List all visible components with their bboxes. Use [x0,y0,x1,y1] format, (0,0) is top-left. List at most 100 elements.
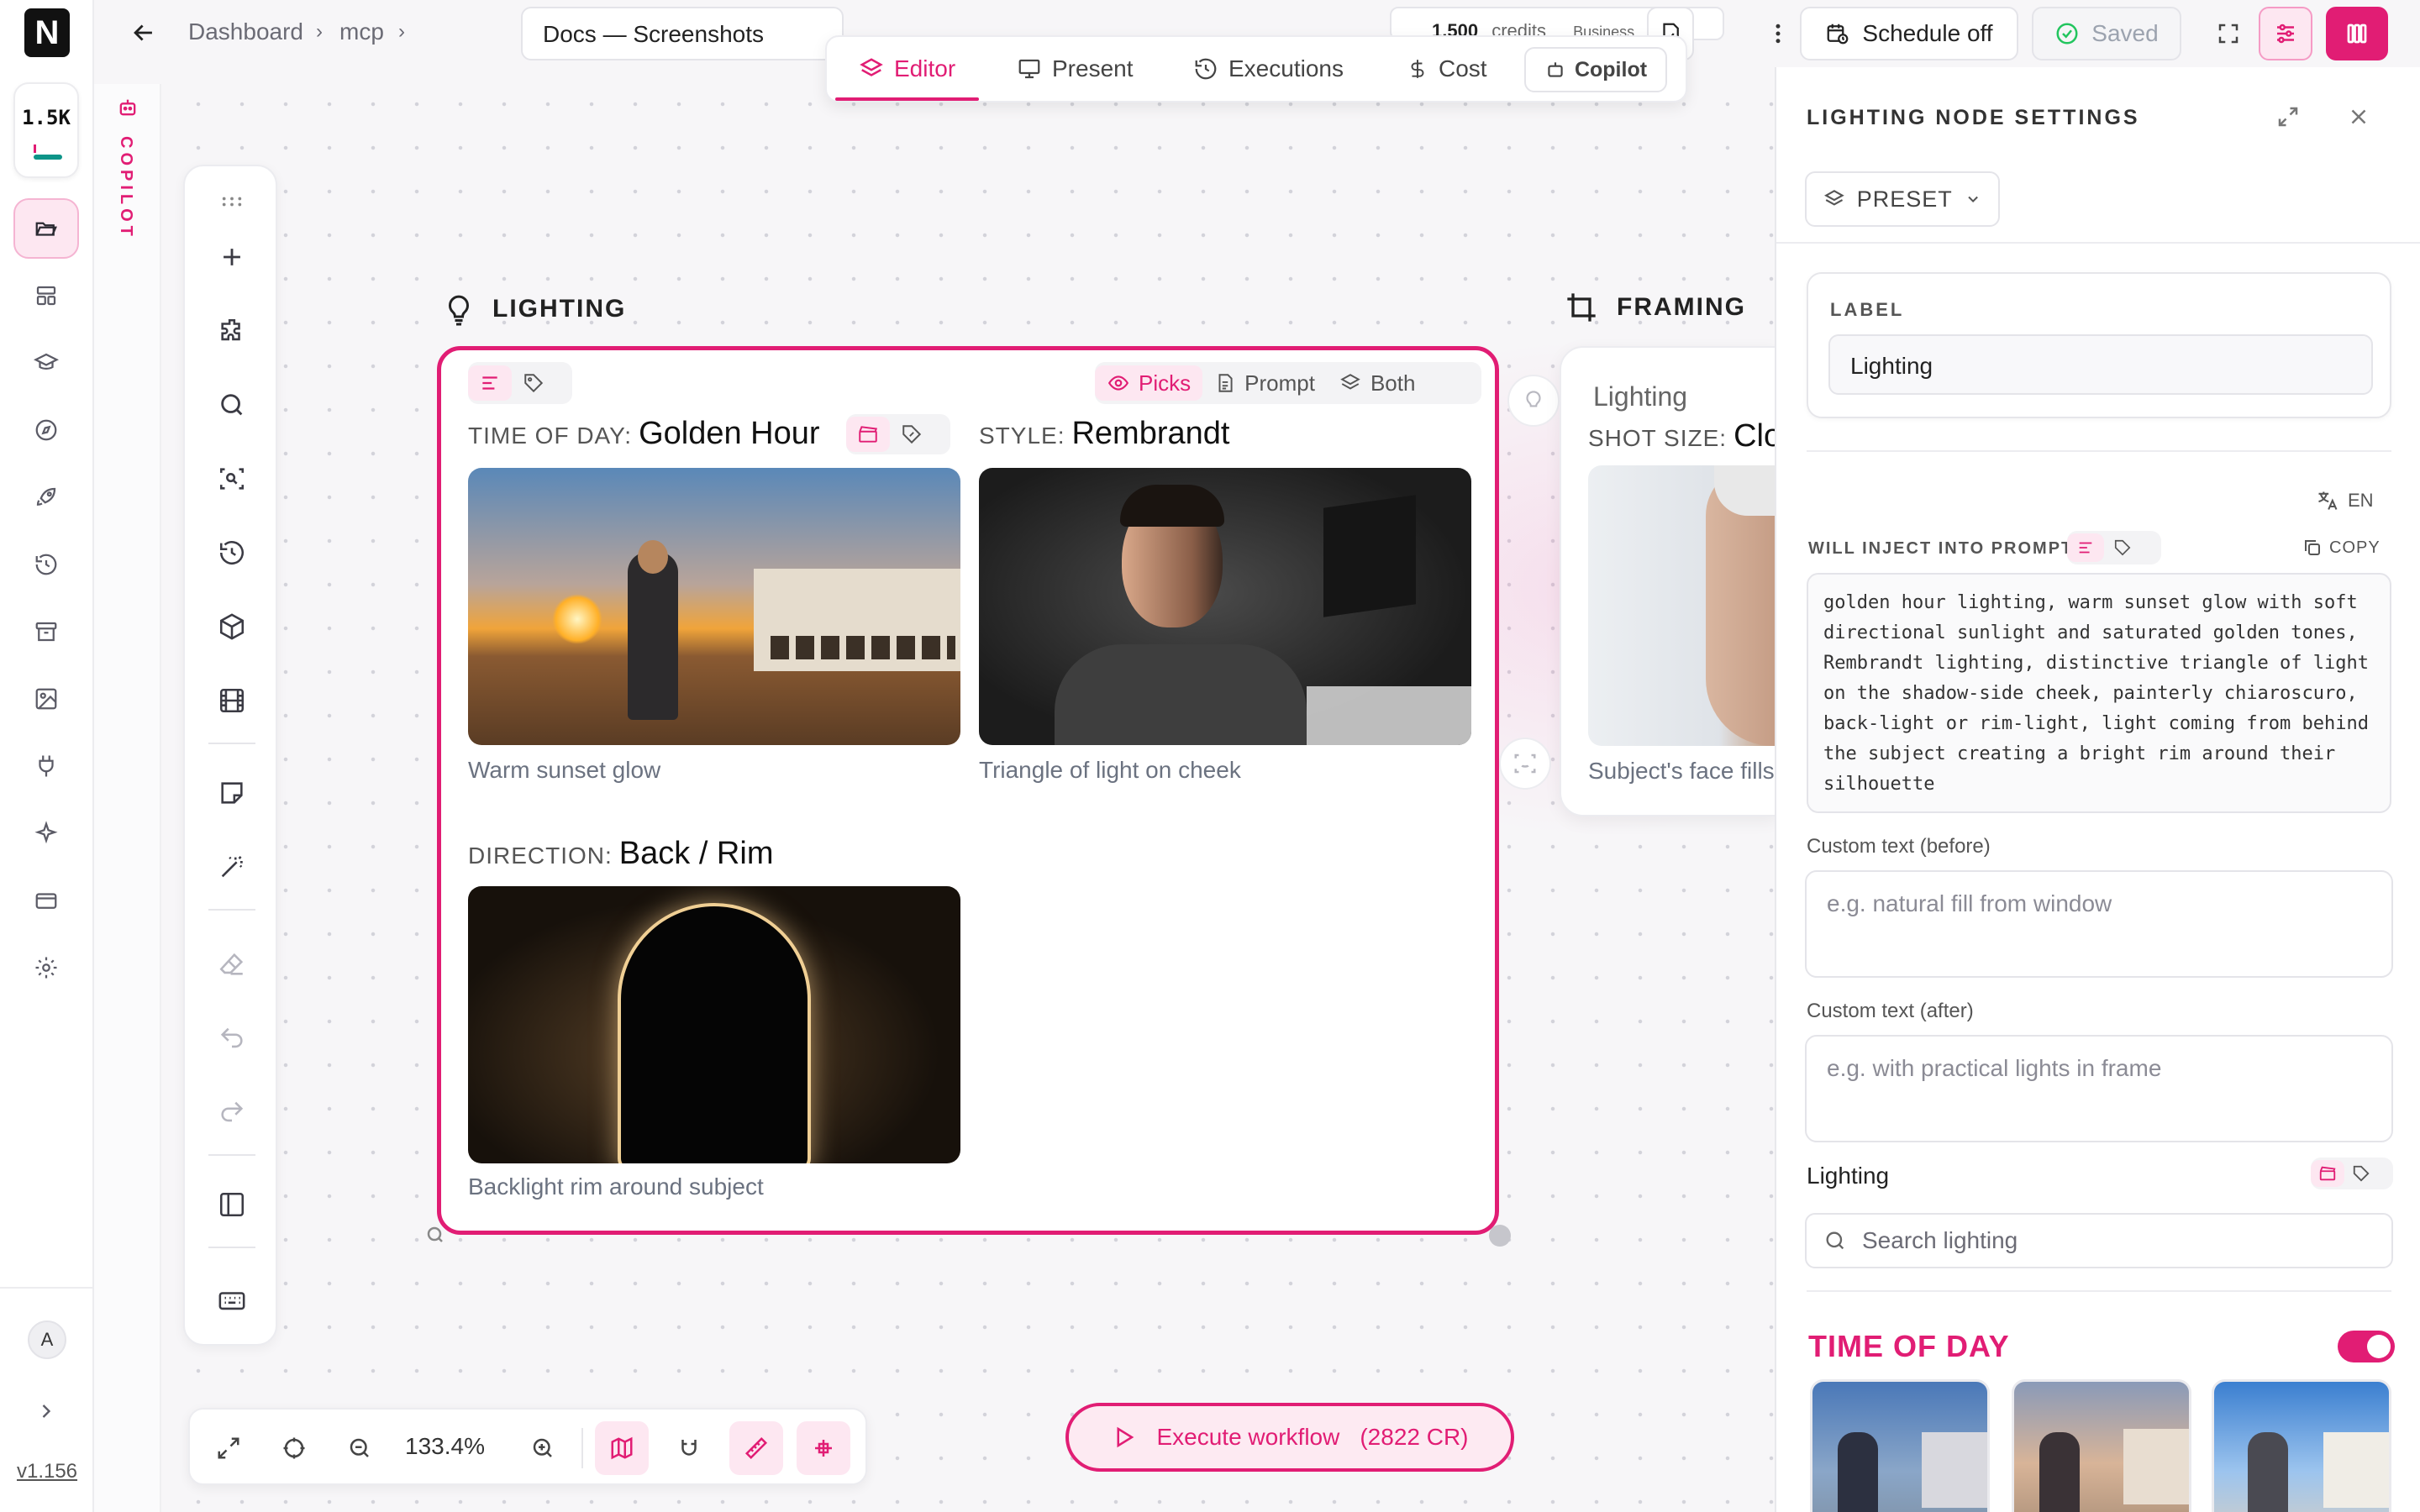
breadcrumb-dashboard[interactable]: Dashboard [188,18,303,45]
tab-present[interactable]: Present [1017,37,1134,101]
film-icon[interactable] [205,674,259,727]
node-search-handle-icon[interactable] [425,1225,445,1245]
mode-picks[interactable]: Picks [1095,365,1203,401]
copilot-button[interactable]: Copilot [1524,47,1667,92]
time-of-day-option-blue-hour[interactable] [1810,1379,1990,1512]
zoom-level[interactable]: 133.4% [405,1433,485,1460]
sparkles-icon[interactable] [13,803,79,864]
back-rim-image[interactable] [468,886,960,1163]
graduation-cap-icon[interactable] [13,333,79,393]
cube-icon[interactable] [205,600,259,654]
preset-dropdown[interactable]: PRESET [1805,171,2000,227]
avatar[interactable]: A [28,1320,66,1359]
saved-status-button[interactable]: Saved [2032,7,2181,60]
expand-icon[interactable] [2275,104,2301,129]
close-icon[interactable] [2346,104,2371,129]
sidebar-panel-icon[interactable] [205,1178,259,1231]
rembrandt-image[interactable] [979,468,1471,745]
history-icon[interactable] [13,534,79,595]
search-icon [1826,1231,1844,1250]
redo-icon[interactable] [205,1085,259,1139]
mode-both[interactable]: Both [1327,365,1428,401]
search-lighting-input[interactable]: Search lighting [1862,1227,2018,1254]
map-icon[interactable] [595,1421,649,1475]
magnet-icon[interactable] [662,1421,716,1475]
image-gallery-icon[interactable] [13,669,79,729]
breadcrumb-mcp[interactable]: mcp [339,18,384,45]
tab-editor[interactable]: Editor [835,37,980,101]
time-of-day-option-golden-hour[interactable] [2012,1379,2191,1512]
lighting-node[interactable]: Picks Prompt Both TIME OF DAY: Golden Hou… [437,346,1499,1235]
puzzle-icon[interactable] [205,304,259,358]
history-icon[interactable] [205,526,259,580]
language-toggle[interactable]: EN [2316,489,2374,512]
schedule-button[interactable]: Schedule off [1800,7,2018,60]
eraser-icon[interactable] [205,937,259,991]
plug-icon[interactable] [13,736,79,796]
tag-edit-icon[interactable] [890,417,934,452]
golden-hour-image[interactable] [468,468,960,745]
rail-divider [0,1287,94,1289]
folder-open-icon[interactable] [13,198,79,259]
document-title-input[interactable]: Docs — Screenshots [521,7,844,60]
add-icon[interactable] [205,230,259,284]
drag-handle-icon[interactable] [205,175,259,228]
zoom-out-icon[interactable] [333,1421,387,1475]
magic-wand-icon[interactable] [205,840,259,894]
align-left-icon[interactable] [468,365,512,401]
keyboard-icon[interactable] [205,1273,259,1327]
undo-icon[interactable] [205,1011,259,1065]
search-icon[interactable] [205,378,259,432]
chevron-right-icon[interactable] [13,1381,79,1441]
app-version[interactable]: v1.156 [0,1460,94,1483]
custom-after-input[interactable]: e.g. with practical lights in frame [1805,1035,2393,1142]
fit-view-icon[interactable] [202,1421,255,1475]
panel-divider [1807,450,2391,452]
tag-icon[interactable] [2104,533,2141,562]
columns-layout-icon[interactable] [2326,7,2388,60]
framing-node[interactable]: Lighting SHOT SIZE:Close-up Subject's fa… [1560,346,1778,816]
ruler-icon[interactable] [729,1421,783,1475]
crosshair-icon[interactable] [267,1421,321,1475]
search-lighting-field[interactable]: Search lighting [1805,1213,2393,1268]
label-input[interactable]: Lighting [1828,334,2373,395]
align-guides-icon[interactable] [797,1421,850,1475]
scan-search-icon[interactable] [205,452,259,506]
close-up-image[interactable] [1588,465,1776,746]
tab-cost[interactable]: Cost [1407,37,1487,101]
node-resize-handle[interactable] [1489,1225,1511,1247]
clapperboard-icon[interactable] [2311,1160,2344,1187]
prompt-preview[interactable]: golden hour lighting, warm sunset glow w… [1807,573,2391,813]
copy-prompt-button[interactable]: COPY [2302,538,2381,558]
sticky-note-icon[interactable] [205,766,259,820]
tag-icon[interactable] [512,365,555,401]
clapperboard-icon[interactable] [846,417,890,452]
rocket-icon[interactable] [13,467,79,528]
tab-executions[interactable]: Executions [1193,37,1344,101]
credits-badge[interactable]: 1.5K [13,82,79,178]
mode-prompt[interactable]: Prompt [1202,365,1327,401]
custom-before-input[interactable]: e.g. natural fill from window [1805,870,2393,978]
align-left-icon[interactable] [2067,533,2104,562]
copilot-strip[interactable]: COPILOT [94,84,161,1512]
compass-icon[interactable] [13,400,79,460]
more-vertical-icon[interactable] [1751,7,1805,60]
settings-gear-icon[interactable] [13,937,79,998]
zoom-in-icon[interactable] [516,1421,570,1475]
sliders-icon[interactable] [2259,7,2312,60]
lightbulb-connector-icon[interactable] [1507,375,1560,427]
archive-icon[interactable] [13,601,79,662]
time-of-day-toggle[interactable] [2338,1331,2395,1362]
inject-caption: WILL INJECT INTO PROMPT [1808,539,2074,558]
face-scan-icon[interactable] [1499,738,1551,790]
language-code: EN [2348,490,2374,511]
fullscreen-icon[interactable] [2207,7,2250,60]
panel-title: LIGHTING NODE SETTINGS [1807,106,2140,129]
templates-icon[interactable] [13,265,79,326]
credit-card-icon[interactable] [13,870,79,931]
tag-edit-icon[interactable] [2344,1160,2378,1187]
execute-workflow-button[interactable]: Execute workflow (2822 CR) [1065,1403,1514,1472]
back-arrow-icon[interactable] [129,18,158,47]
app-logo[interactable]: N [24,8,70,57]
time-of-day-option-midday[interactable] [2212,1379,2391,1512]
